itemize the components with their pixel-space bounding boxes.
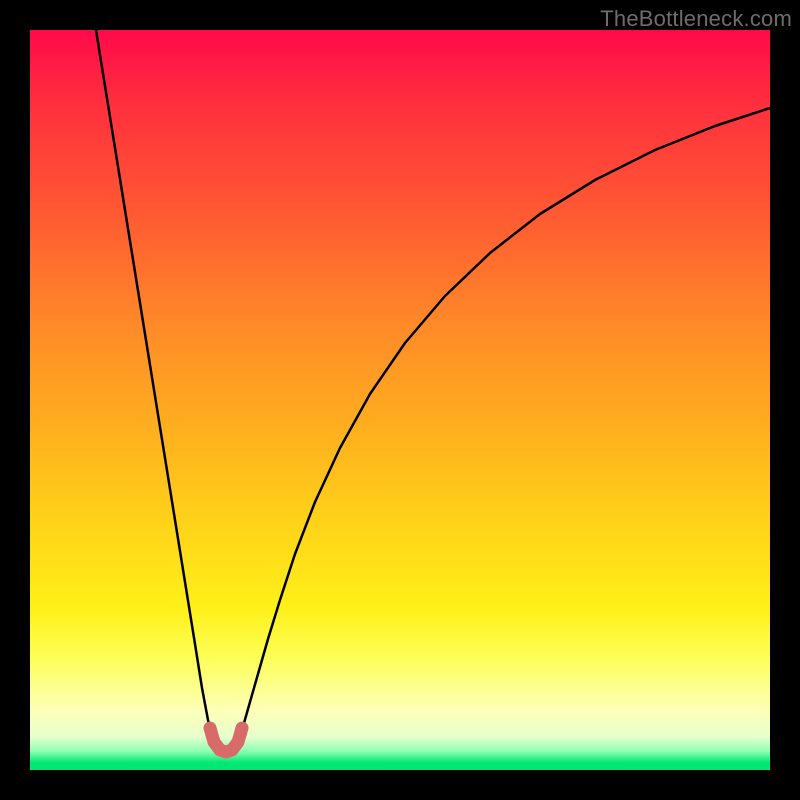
sweet-spot-marker [210,728,242,752]
gradient-plot-area [30,30,770,770]
bottleneck-curve [96,30,770,752]
watermark-text: TheBottleneck.com [600,6,792,32]
outer-frame: TheBottleneck.com [0,0,800,800]
curve-layer [30,30,770,770]
